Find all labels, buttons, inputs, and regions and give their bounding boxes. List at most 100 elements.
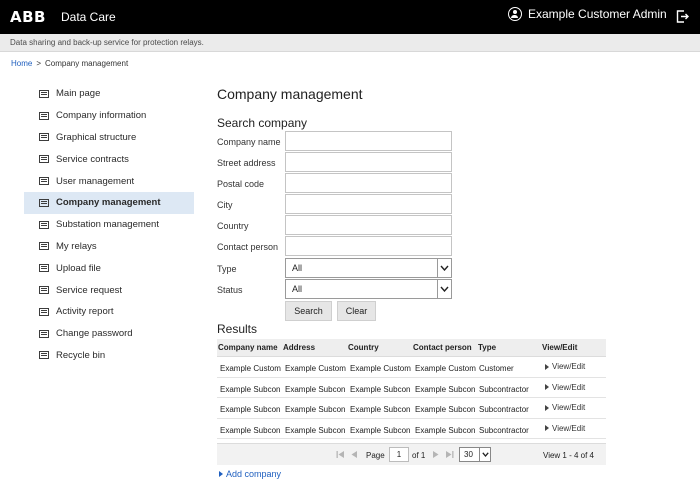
triangle-right-icon xyxy=(545,384,549,390)
view-edit-label: View/Edit xyxy=(552,362,586,371)
cell-company-name: Example Subcon xyxy=(220,405,281,414)
sidebar-item-label: Activity report xyxy=(56,306,114,318)
column-header-type[interactable]: Type xyxy=(478,343,496,352)
column-header-company-name[interactable]: Company name xyxy=(218,343,278,352)
last-page-icon[interactable] xyxy=(445,450,454,459)
sidebar-item-user-management[interactable]: User management xyxy=(24,170,194,192)
contact-person-label: Contact person xyxy=(217,242,279,252)
cell-address: Example Subcon xyxy=(285,405,346,414)
city-input[interactable] xyxy=(285,194,452,214)
view-edit-link[interactable]: View/Edit xyxy=(545,362,585,371)
logout-icon[interactable] xyxy=(676,10,689,23)
company-name-input[interactable] xyxy=(285,131,452,151)
rows-per-page-value: 30 xyxy=(464,450,473,459)
document-icon xyxy=(39,329,49,338)
cell-contact-person: Example Subcon xyxy=(415,384,476,394)
sidebar-item-label: My relays xyxy=(56,240,97,252)
user-icon xyxy=(508,7,522,21)
sidebar-item-label: Change password xyxy=(56,328,133,340)
sidebar-item-service-contracts[interactable]: Service contracts xyxy=(24,148,194,170)
sidebar-item-label: Substation management xyxy=(56,219,159,231)
sidebar-item-substation-management[interactable]: Substation management xyxy=(24,214,194,236)
chevron-down-icon[interactable] xyxy=(479,448,490,461)
chevron-down-icon[interactable] xyxy=(437,280,451,298)
sidebar-item-upload-file[interactable]: Upload file xyxy=(24,257,194,279)
cell-type: Customer xyxy=(479,364,514,373)
add-company-link[interactable]: Add company xyxy=(219,469,281,479)
column-header-address[interactable]: Address xyxy=(283,343,315,352)
abb-logo[interactable]: ABB xyxy=(10,8,46,26)
table-row: Example Subcon Example Subcon Example Su… xyxy=(217,398,606,419)
page-count: of 1 xyxy=(412,451,426,460)
sidebar-item-recycle-bin[interactable]: Recycle bin xyxy=(24,345,194,367)
sidebar-item-company-information[interactable]: Company information xyxy=(24,105,194,127)
cell-company-name: Example Subcon xyxy=(220,384,281,394)
type-select[interactable]: All xyxy=(285,258,452,278)
view-edit-label: View/Edit xyxy=(552,403,586,412)
search-section-title: Search company xyxy=(217,116,308,130)
triangle-right-icon xyxy=(219,471,223,477)
document-icon xyxy=(39,307,49,316)
street-address-label: Street address xyxy=(217,158,276,168)
document-icon xyxy=(39,133,49,142)
cell-contact-person: Example Custom xyxy=(415,364,476,373)
clear-button[interactable]: Clear xyxy=(337,301,376,321)
document-icon xyxy=(39,89,49,98)
page-title: Company management xyxy=(217,86,363,102)
results-section-title: Results xyxy=(217,322,258,336)
search-button[interactable]: Search xyxy=(285,301,332,321)
view-edit-link[interactable]: View/Edit xyxy=(545,424,585,433)
sidebar-item-label: Upload file xyxy=(56,262,101,274)
user-menu[interactable]: Example Customer Admin xyxy=(508,7,667,21)
cell-country: Example Subcon xyxy=(350,384,411,394)
rows-per-page-select[interactable]: 30 xyxy=(459,447,491,462)
next-page-icon[interactable] xyxy=(432,450,440,459)
view-edit-link[interactable]: View/Edit xyxy=(545,383,585,392)
sidebar-item-graphical-structure[interactable]: Graphical structure xyxy=(24,127,194,149)
prev-page-icon[interactable] xyxy=(350,450,358,459)
document-icon xyxy=(39,111,49,120)
country-input[interactable] xyxy=(285,215,452,235)
first-page-icon[interactable] xyxy=(336,450,345,459)
chevron-down-icon[interactable] xyxy=(437,259,451,277)
breadcrumb-current: Company management xyxy=(45,59,129,68)
sidebar-item-label: Company management xyxy=(56,197,161,209)
type-label: Type xyxy=(217,264,237,274)
postal-code-input[interactable] xyxy=(285,173,452,193)
view-edit-link[interactable]: View/Edit xyxy=(545,403,585,412)
view-edit-label: View/Edit xyxy=(552,423,586,433)
sidebar-item-activity-report[interactable]: Activity report xyxy=(24,301,194,323)
type-select-value: All xyxy=(292,263,303,273)
breadcrumb-home-link[interactable]: Home xyxy=(11,59,32,68)
top-bar: ABB Data Care Example Customer Admin xyxy=(0,0,700,34)
status-select-value: All xyxy=(292,284,303,294)
triangle-right-icon xyxy=(545,425,549,431)
column-header-contact-person[interactable]: Contact person xyxy=(413,343,472,352)
sidebar-item-label: Service contracts xyxy=(56,153,129,165)
sidebar-item-label: Recycle bin xyxy=(56,349,106,361)
sidebar-item-my-relays[interactable]: My relays xyxy=(24,236,194,258)
table-row: Example Subcon Example Subcon Example Su… xyxy=(217,378,606,398)
status-label: Status xyxy=(217,285,243,295)
status-select[interactable]: All xyxy=(285,279,452,299)
street-address-input[interactable] xyxy=(285,152,452,172)
tagline: Data sharing and back-up service for pro… xyxy=(10,38,204,47)
sidebar-item-service-request[interactable]: Service request xyxy=(24,279,194,301)
company-name-label: Company name xyxy=(217,137,281,147)
column-header-country[interactable]: Country xyxy=(348,343,379,352)
sidebar-item-label: Company information xyxy=(56,110,147,122)
country-label: Country xyxy=(217,221,249,231)
cell-country: Example Custom xyxy=(350,364,411,373)
sidebar-item-label: Main page xyxy=(56,88,101,100)
cell-country: Example Subcon xyxy=(350,405,411,414)
sidebar-item-change-password[interactable]: Change password xyxy=(24,323,194,345)
sidebar-item-company-management[interactable]: Company management xyxy=(24,191,194,214)
page-label: Page xyxy=(366,451,385,460)
sidebar-item-label: User management xyxy=(56,175,135,187)
contact-person-input[interactable] xyxy=(285,236,452,256)
document-icon xyxy=(39,220,49,229)
page-number-input[interactable]: 1 xyxy=(389,447,409,462)
triangle-right-icon xyxy=(545,363,549,370)
sidebar-item-main-page[interactable]: Main page xyxy=(24,83,194,105)
user-name[interactable]: Example Customer Admin xyxy=(528,7,667,21)
